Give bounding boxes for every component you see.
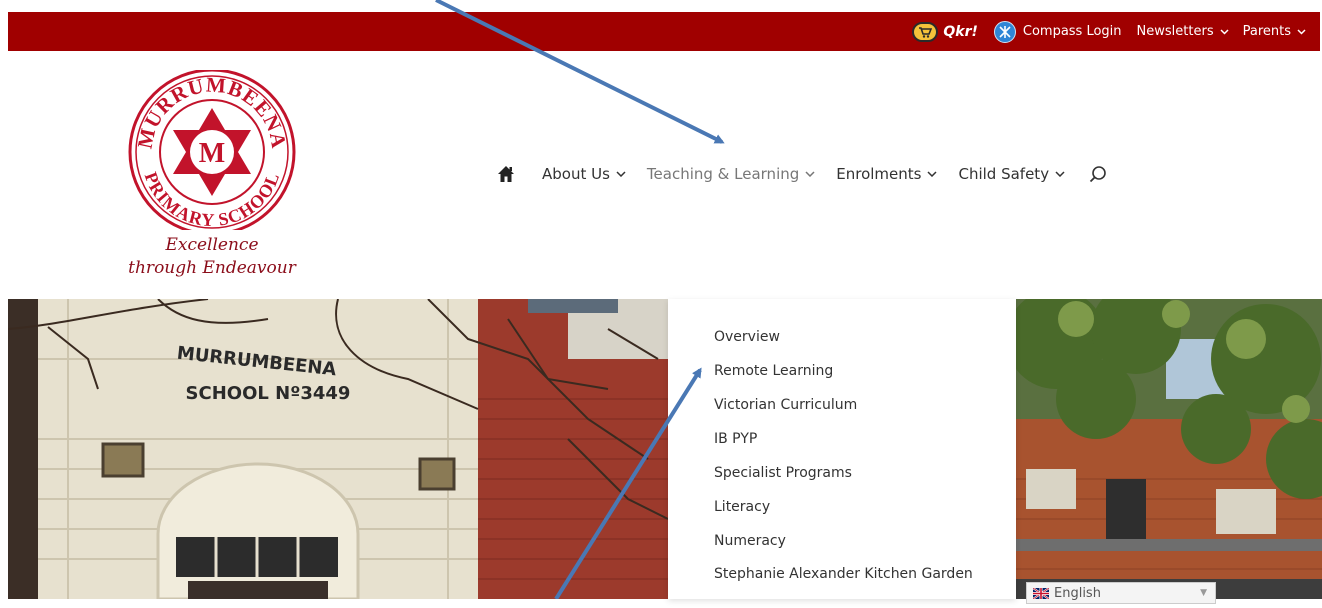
nav-enrolments-label: Enrolments [836,165,922,183]
school-crest: MURRUMBEENA PRIMARY SCHOOL M [128,70,296,230]
qkr-label: Qkr! [943,23,978,40]
top-bar: Qkr! Compass Login Newsletters Parents [8,12,1320,51]
cart-icon [912,21,939,42]
dropdown-list: Overview Remote Learning Victorian Curri… [714,326,974,608]
compass-login-link[interactable]: Compass Login [993,20,1122,43]
parents-label: Parents [1242,24,1291,39]
dropdown-item-victorian-curriculum[interactable]: Victorian Curriculum [714,394,974,428]
dropdown-item-overview[interactable]: Overview [714,326,974,360]
main-nav: About Us Teaching & Learning Enrolments … [497,158,1107,190]
dropdown-item-ib-pyp[interactable]: IB PYP [714,428,974,462]
chevron-down-icon [1055,171,1065,177]
chevron-down-icon [927,171,938,177]
teaching-learning-dropdown: Overview Remote Learning Victorian Curri… [668,299,1016,599]
school-logo[interactable]: MURRUMBEENA PRIMARY SCHOOL M Excellence … [112,70,312,290]
top-links: Qkr! Compass Login Newsletters Parents [912,12,1320,51]
dropdown-item-numeracy[interactable]: Numeracy [714,530,974,564]
school-grounds-photo [1016,299,1322,599]
compass-login-label: Compass Login [1022,24,1122,39]
nav-about-us-label: About Us [542,165,610,183]
nav-teaching-learning[interactable]: Teaching & Learning [647,165,815,183]
building-sign-line-2: SCHOOL Nº3449 [186,383,351,404]
compass-icon [993,20,1016,43]
chevron-down-icon [616,171,626,177]
dropdown-item-literacy[interactable]: Literacy [714,496,974,530]
dropdown-item-kitchen-garden[interactable]: Stephanie Alexander Kitchen Garden [714,564,974,608]
motto-line-2: through Endeavour [128,258,296,278]
nav-enrolments[interactable]: Enrolments [836,165,938,183]
nav-child-safety-label: Child Safety [958,165,1050,183]
newsletters-menu[interactable]: Newsletters [1137,24,1229,39]
nav-teaching-learning-label: Teaching & Learning [646,165,800,183]
dropdown-arrow-icon: ▼ [1200,588,1207,598]
dropdown-item-specialist-programs[interactable]: Specialist Programs [714,462,974,496]
qkr-link[interactable]: Qkr! [912,21,978,42]
nav-child-safety[interactable]: Child Safety [958,165,1065,183]
dropdown-item-remote-learning[interactable]: Remote Learning [714,360,974,394]
nav-about-us[interactable]: About Us [542,165,626,183]
school-building-photo: MURRUMBEENA SCHOOL Nº3449 [8,299,668,599]
chevron-down-icon [1220,28,1229,35]
chevron-down-icon [1297,28,1306,35]
newsletters-label: Newsletters [1136,24,1214,39]
chevron-down-icon [805,171,815,177]
parents-menu[interactable]: Parents [1243,24,1306,39]
search-icon[interactable] [1089,165,1107,183]
language-selected: English [1054,585,1101,601]
home-icon[interactable] [497,165,515,183]
crest-letter: M [199,138,225,169]
language-selector[interactable]: English ▼ [1026,582,1216,604]
motto-line-1: Excellence [165,235,259,255]
uk-flag-icon [1033,587,1049,599]
school-motto: Excellence through Endeavour [112,234,312,280]
